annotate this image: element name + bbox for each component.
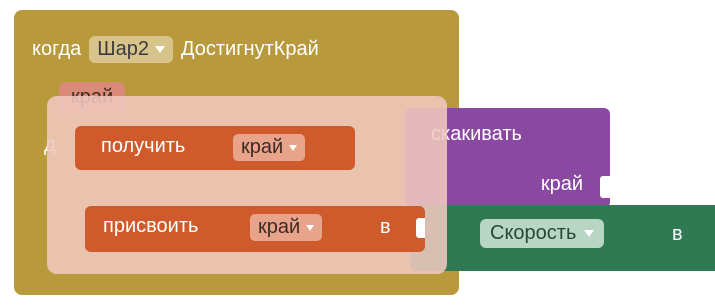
property-dropdown[interactable]: Скорость [480,219,605,248]
event-header: когда Шар2 ДостигнутКрай [32,32,319,66]
when-label: когда [32,37,82,60]
component-dropdown[interactable]: Шар2 [89,35,173,63]
set-label: присвоить [103,215,199,237]
set-variable-dropdown[interactable]: край [250,214,323,241]
chevron-down-icon [584,230,595,237]
chevron-down-icon [289,144,298,151]
property-name: Скорость [490,222,577,244]
get-variable-dropdown[interactable]: край [233,134,306,161]
set-to-label: в [380,216,391,238]
input-socket[interactable] [600,176,610,198]
dragged-blocks-overlay[interactable]: получить край присвоить край в [47,96,447,274]
set-variable-block[interactable]: присвоить край в [85,206,425,252]
chevron-down-icon [155,45,165,53]
get-label: получить [101,135,186,157]
chevron-down-icon [306,224,315,231]
set-speed-block[interactable]: Скорость в [410,205,715,271]
to-label: в [672,223,683,245]
input-socket[interactable] [416,218,425,238]
get-variable-block[interactable]: получить край [75,126,355,170]
blocks-workspace[interactable]: когда Шар2 ДостигнутКрай край д скакиват… [0,0,715,308]
get-variable-name: край [241,136,284,158]
bounce-param-label: край [540,173,583,195]
event-name: ДостигнутКрай [181,37,319,60]
component-name: Шар2 [97,37,149,60]
set-variable-name: край [258,216,301,238]
